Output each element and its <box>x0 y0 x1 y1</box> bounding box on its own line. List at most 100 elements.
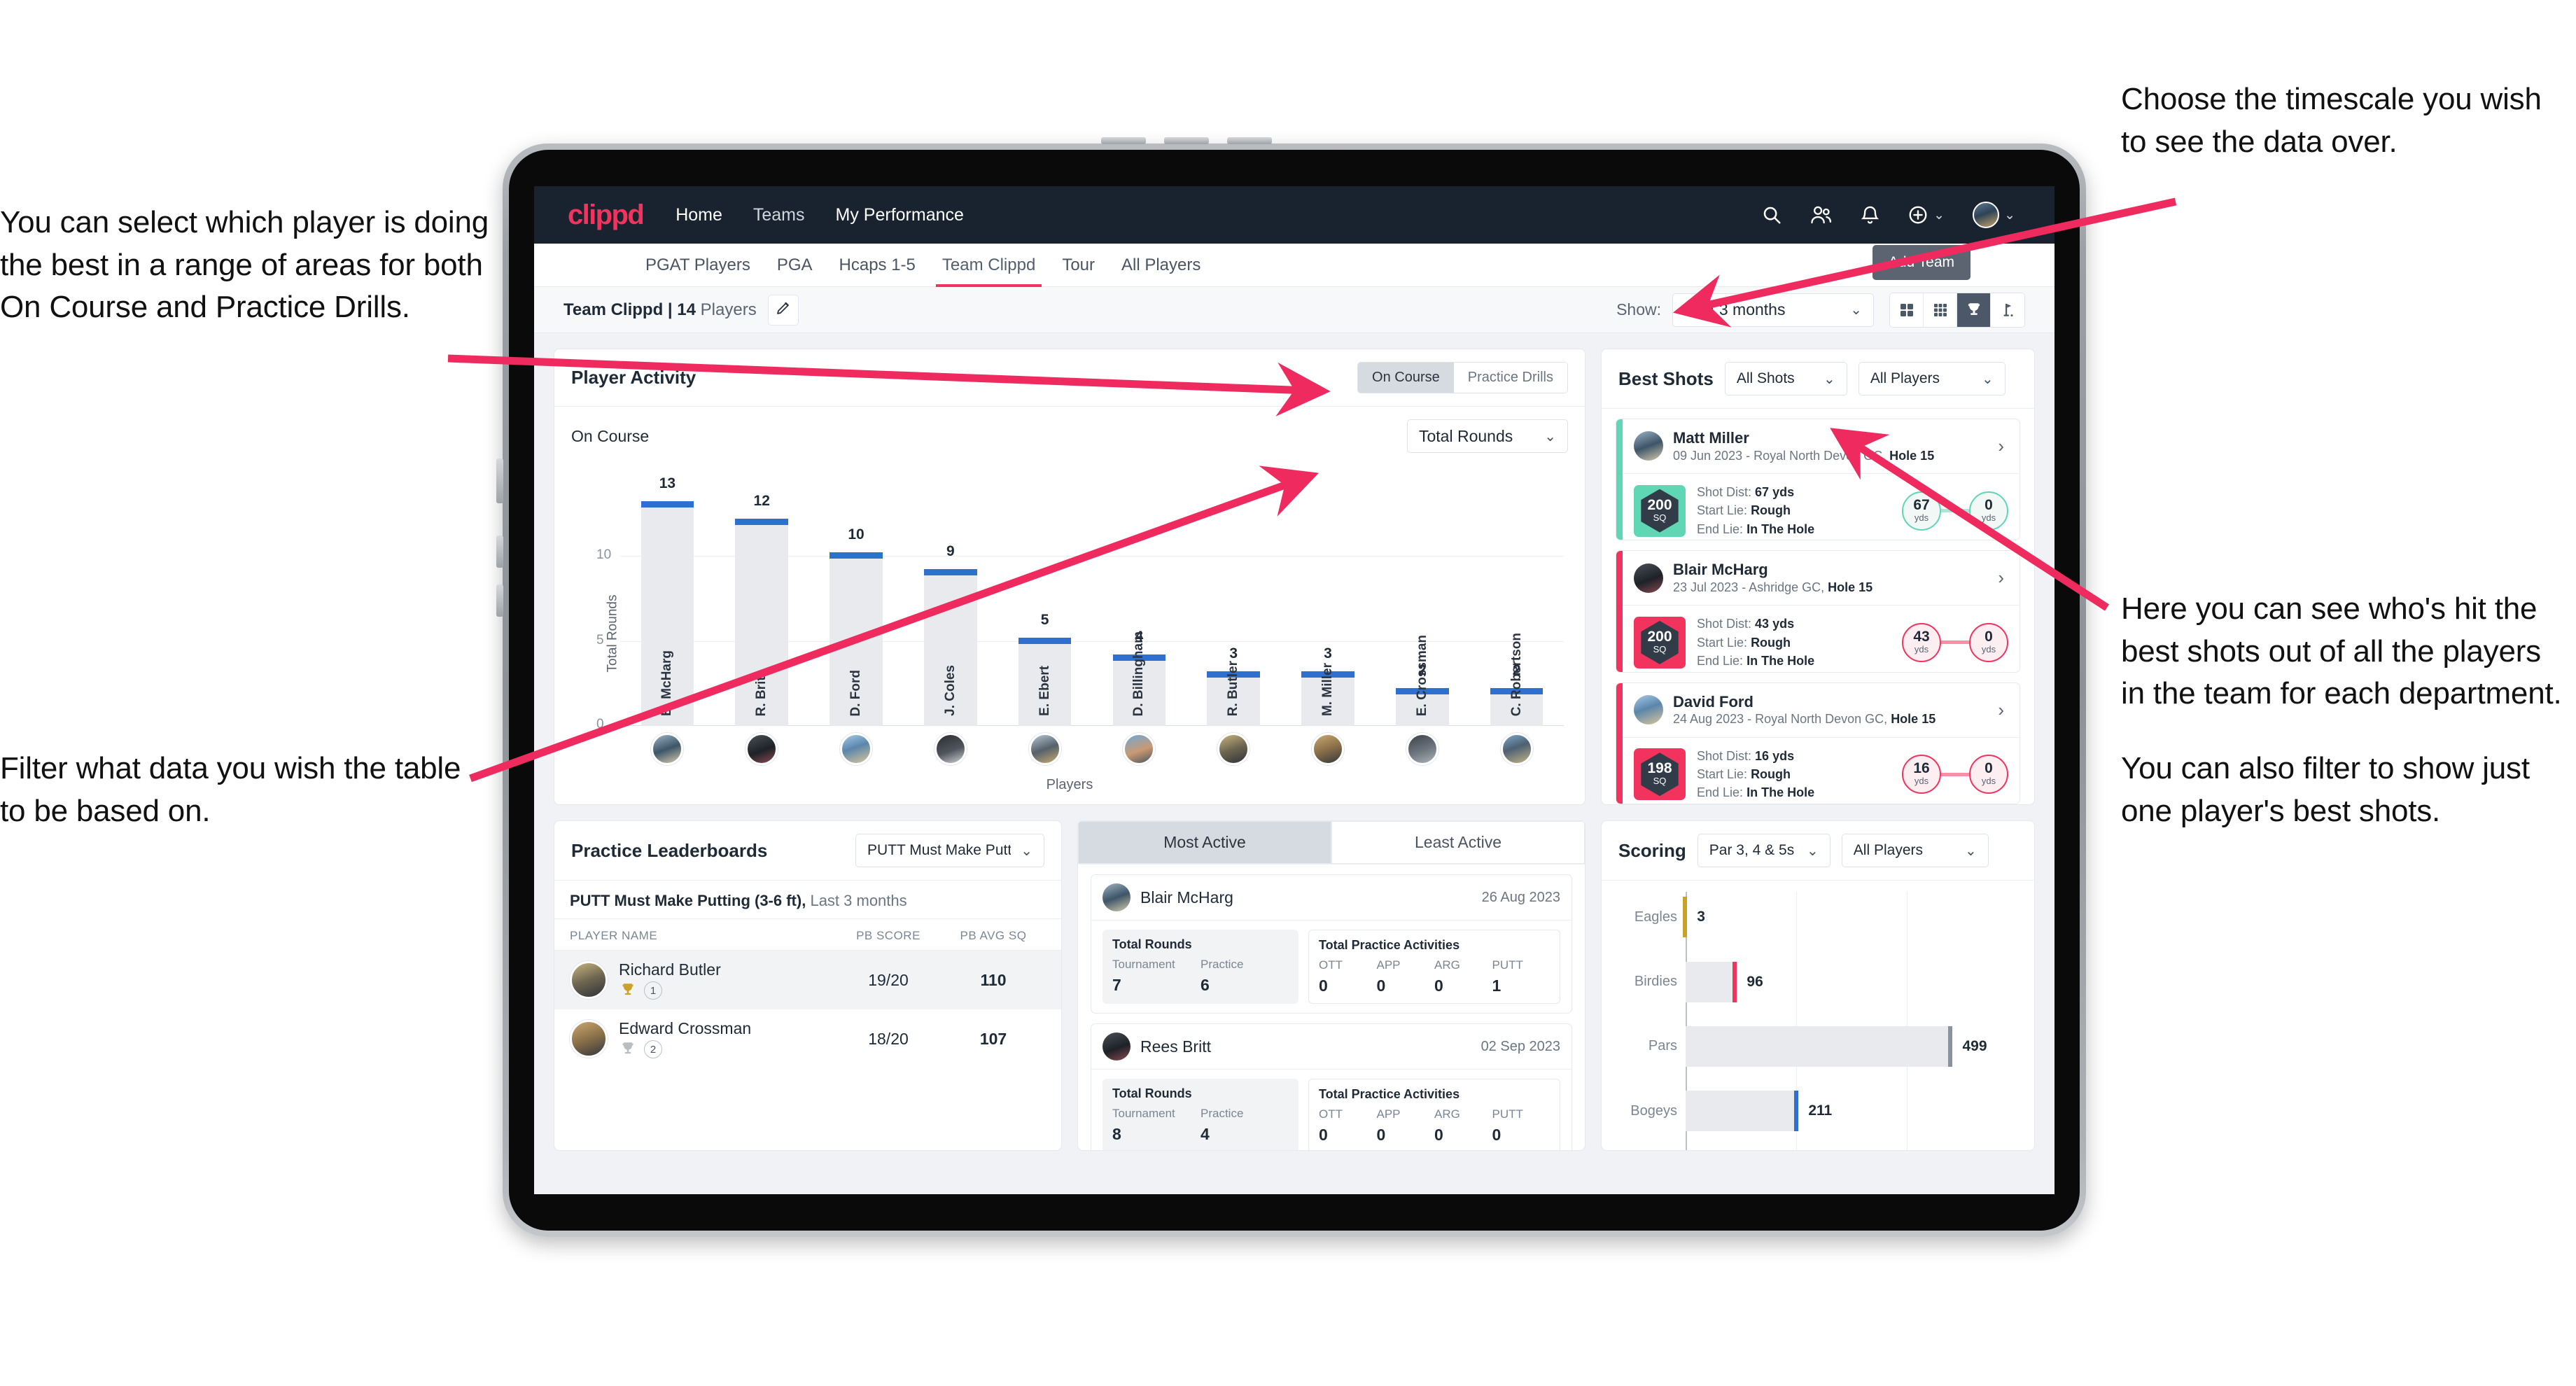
distance-to-circle: 0 yds <box>1969 755 2008 794</box>
segment-practice-drills[interactable]: Practice Drills <box>1453 363 1567 393</box>
avatar[interactable] <box>1500 733 1533 765</box>
nav-link-home[interactable]: Home <box>676 205 722 225</box>
rank-badge: 1 <box>644 981 662 1000</box>
annotation-right-top: Choose the timescale you wish to see the… <box>2121 78 2569 163</box>
tab-pga[interactable]: PGA <box>764 244 826 286</box>
tab-all-players[interactable]: All Players <box>1108 244 1214 286</box>
activity-card-item[interactable]: Rees Britt 02 Sep 2023 Total Rounds Tournam… <box>1091 1023 1572 1150</box>
avatar[interactable] <box>839 733 872 765</box>
shot-details: Shot Dist: 43 yds Start Lie: Rough End Lie… <box>1697 615 1891 670</box>
golf-flag-icon-button[interactable] <box>1991 293 2024 327</box>
chart-bar-group[interactable]: 4 D. Billingham <box>1092 488 1186 726</box>
activity-date: 02 Sep 2023 <box>1480 1038 1560 1054</box>
best-shots-shot-filter-value: All Shots <box>1736 370 1795 386</box>
distance-from-unit: yds <box>1914 512 1929 523</box>
tablet-button-side-2 <box>496 536 503 568</box>
tab-pgat-players[interactable]: PGAT Players <box>632 244 764 286</box>
chart-bar-group[interactable]: 2 E. Crossman <box>1375 488 1469 726</box>
grid-3x3-icon-button[interactable] <box>1924 293 1957 327</box>
trophy-icon-button[interactable] <box>1957 293 1991 327</box>
chevron-right-icon[interactable]: › <box>1998 567 2008 589</box>
drill-select[interactable]: PUTT Must Make Putting ... ⌄ <box>855 834 1044 867</box>
grid-2x2-icon-button[interactable] <box>1890 293 1924 327</box>
avatar[interactable] <box>651 733 684 765</box>
chart-bar-group[interactable]: 2 C. Robertson <box>1469 488 1564 726</box>
best-shots-player-filter[interactable]: All Players ⌄ <box>1858 362 2005 396</box>
trophy-icon <box>622 983 634 995</box>
annotation-left-top-text: You can select which player is doing the… <box>0 205 489 325</box>
edit-team-button[interactable] <box>767 294 799 326</box>
scoring-bar-fill <box>1686 1091 1799 1132</box>
end-lie-label: End Lie: <box>1697 522 1744 536</box>
ytick-5: 5 <box>596 632 604 648</box>
search-icon[interactable] <box>1761 204 1782 225</box>
ott-col: OTT 0 <box>1319 1107 1377 1144</box>
chart-avatar-cell <box>620 733 715 765</box>
shot-distance-graphic: 16 yds 0 yds <box>1902 755 2008 794</box>
best-shot-card[interactable]: Blair McHarg 23 Jul 2023 - Ashridge GC, H… <box>1616 550 2020 673</box>
chevron-right-icon[interactable]: › <box>1998 699 2008 721</box>
scoring-player-select[interactable]: All Players ⌄ <box>1841 834 1989 867</box>
total-practice-title: Total Practice Activities <box>1319 1087 1460 1101</box>
scoring-title: Scoring <box>1618 839 1686 861</box>
chart-bar-group[interactable]: 3 R. Butler <box>1186 488 1281 726</box>
timescale-select[interactable]: Last 3 months ⌄ <box>1672 293 1874 327</box>
people-icon[interactable] <box>1810 204 1833 225</box>
practice-label: Practice <box>1200 1107 1244 1120</box>
scoring-par-select[interactable]: Par 3, 4 & 5s ⌄ <box>1697 834 1830 867</box>
add-team-button[interactable]: Add Team <box>1872 245 1970 280</box>
chart-bar-group[interactable]: 13 B. McHarg <box>620 475 715 726</box>
activity-card-item[interactable]: Blair McHarg 26 Aug 2023 Total Rounds Tourn… <box>1091 874 1572 1014</box>
chart-bar-group[interactable]: 12 R. Britt <box>715 488 809 726</box>
shot-player-name: David Ford <box>1673 692 1754 710</box>
scoring-bar-row[interactable]: Bogeys 211 <box>1613 1091 2017 1132</box>
chart-bar-group[interactable]: 10 D. Ford <box>809 488 904 726</box>
scoring-category-label: Birdies <box>1634 974 1677 990</box>
ott-label: OTT <box>1319 1107 1343 1121</box>
app-value: 0 <box>1376 976 1386 995</box>
tab-team-clippd[interactable]: Team Clippd <box>929 244 1049 287</box>
tab-hcaps-1-5[interactable]: Hcaps 1-5 <box>826 244 929 286</box>
scoring-bar-cap <box>1794 1091 1799 1132</box>
avatar[interactable] <box>1028 733 1061 765</box>
scoring-bar-fill <box>1686 1026 1953 1067</box>
avatar-menu[interactable]: ⌄ <box>1973 202 2015 228</box>
scoring-bar-track: 211 <box>1686 1091 2017 1132</box>
metric-select[interactable]: Total Rounds ⌄ <box>1407 419 1568 453</box>
best-shots-list: Matt Miller 09 Jun 2023 - Royal North Dev… <box>1602 409 2034 804</box>
scoring-bar-row[interactable]: Pars 499 <box>1613 1026 2017 1067</box>
tab-most-active[interactable]: Most Active <box>1078 821 1331 864</box>
shot-player-name: Matt Miller <box>1673 429 1749 447</box>
avatar[interactable] <box>1406 733 1438 765</box>
avatar[interactable] <box>934 733 967 765</box>
best-shot-card[interactable]: David Ford 24 Aug 2023 - Royal North Devo… <box>1616 682 2020 804</box>
tab-least-active[interactable]: Least Active <box>1331 821 1585 864</box>
avatar[interactable] <box>746 733 778 765</box>
scoring-par-value: Par 3, 4 & 5s <box>1709 842 1795 858</box>
tab-tour[interactable]: Tour <box>1049 244 1108 286</box>
best-shot-card[interactable]: Matt Miller 09 Jun 2023 - Royal North Dev… <box>1616 419 2020 541</box>
chart-bar-group[interactable]: 5 E. Ebert <box>997 488 1092 726</box>
shot-accent-stripe <box>1616 551 1623 672</box>
nav-link-teams[interactable]: Teams <box>753 205 805 225</box>
segment-on-course[interactable]: On Course <box>1358 363 1454 393</box>
chart-bar-group[interactable]: 3 M. Miller <box>1281 488 1376 726</box>
bell-icon[interactable] <box>1861 204 1879 225</box>
table-row[interactable]: Richard Butler 1 19/20 110 <box>554 951 1061 1009</box>
chevron-right-icon[interactable]: › <box>1998 435 2008 457</box>
scoring-bar-row[interactable]: Birdies 96 <box>1613 961 2017 1002</box>
avatar[interactable] <box>1217 733 1250 765</box>
table-row[interactable]: Edward Crossman 2 18/20 107 <box>554 1009 1061 1068</box>
chart-bar-cap <box>735 518 788 525</box>
show-label: Show: <box>1616 300 1661 318</box>
plus-circle-icon[interactable]: ⌄ <box>1907 204 1945 225</box>
clippd-logo[interactable]: clippd <box>568 200 645 231</box>
chart-bar-cap <box>830 552 883 559</box>
chart-bar-group[interactable]: 9 J. Coles <box>903 488 997 726</box>
shot-meta-date: 24 Aug 2023 - Royal North Devon GC, <box>1673 712 1888 727</box>
avatar[interactable] <box>1311 733 1344 765</box>
nav-link-my-performance[interactable]: My Performance <box>836 205 964 225</box>
avatar[interactable] <box>1123 733 1156 765</box>
best-shots-shot-filter[interactable]: All Shots ⌄ <box>1724 362 1847 396</box>
scoring-bar-row[interactable]: Eagles 3 <box>1613 897 2017 938</box>
